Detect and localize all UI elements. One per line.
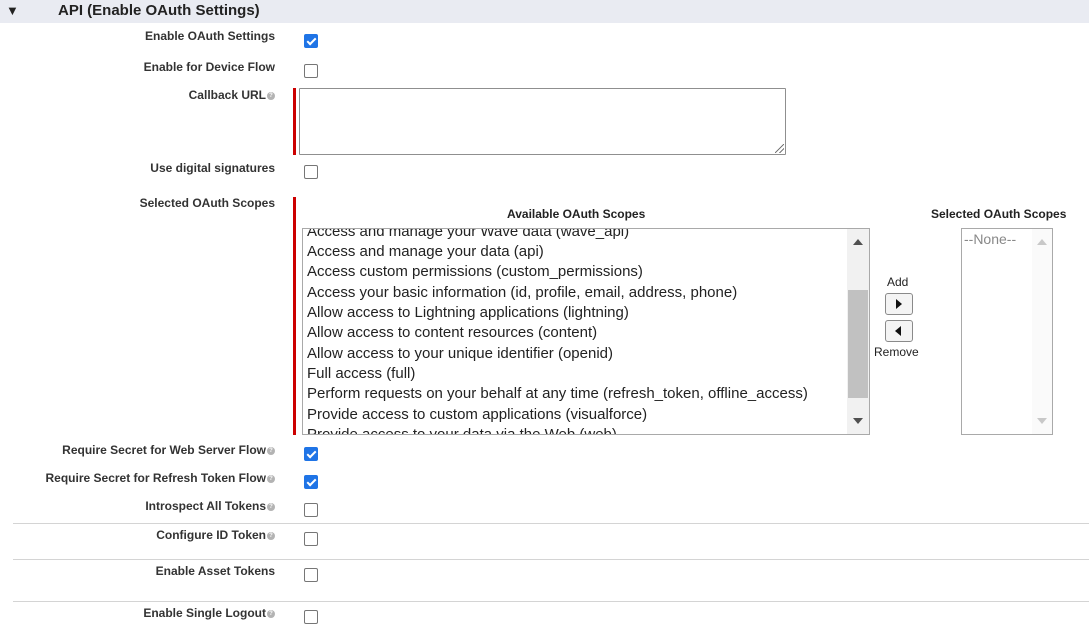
help-icon[interactable]: ?	[267, 531, 275, 540]
section-header[interactable]: ▼ API (Enable OAuth Settings)	[0, 0, 1089, 23]
scope-option[interactable]: Allow access to your unique identifier (…	[307, 345, 613, 363]
selected-scrollbar	[1032, 229, 1052, 434]
available-scopes-heading: Available OAuth Scopes	[507, 207, 646, 221]
resize-grip-icon[interactable]	[775, 144, 784, 153]
id-token-label: Configure ID Token	[156, 528, 266, 542]
id-token-label-group: Configure ID Token?	[156, 528, 275, 542]
scope-option[interactable]: Access and manage your data (api)	[307, 243, 544, 261]
callback-url-label: Callback URL	[188, 88, 266, 102]
help-icon[interactable]: ?	[267, 91, 275, 100]
available-scopes-listbox[interactable]: Access and manage your Wave data (wave_a…	[302, 228, 870, 435]
id-token-checkbox[interactable]	[304, 532, 318, 546]
introspect-checkbox[interactable]	[304, 503, 318, 517]
scrollbar-thumb[interactable]	[848, 290, 868, 398]
secret-refresh-checkbox[interactable]	[304, 475, 318, 489]
arrow-right-icon	[896, 299, 902, 309]
scope-option[interactable]: Provide access to custom applications (v…	[307, 406, 647, 424]
scope-option[interactable]: Full access (full)	[307, 365, 415, 383]
single-logout-label-group: Enable Single Logout?	[143, 606, 275, 620]
oauth-scopes-label: Selected OAuth Scopes	[139, 196, 275, 210]
add-button[interactable]	[885, 293, 913, 315]
help-icon[interactable]: ?	[267, 502, 275, 511]
callback-url-textarea[interactable]	[299, 88, 786, 155]
required-indicator	[293, 88, 296, 155]
required-indicator	[293, 197, 296, 435]
add-label: Add	[887, 275, 909, 289]
divider	[13, 523, 1089, 524]
scope-option-none[interactable]: --None--	[964, 231, 1016, 247]
divider	[13, 601, 1089, 602]
scope-option[interactable]: Access custom permissions (custom_permis…	[307, 263, 643, 281]
scroll-up-icon	[1037, 239, 1047, 245]
introspect-label-group: Introspect All Tokens?	[145, 499, 275, 513]
digital-signatures-checkbox[interactable]	[304, 165, 318, 179]
device-flow-label: Enable for Device Flow	[143, 60, 275, 74]
divider	[13, 559, 1089, 560]
remove-label: Remove	[874, 345, 919, 359]
scope-option[interactable]: Access and manage your Wave data (wave_a…	[307, 229, 629, 241]
selected-scopes-listbox[interactable]: --None--	[961, 228, 1053, 435]
callback-url-label-group: Callback URL?	[189, 88, 275, 102]
arrow-left-icon	[895, 326, 901, 336]
scope-option[interactable]: Allow access to content resources (conte…	[307, 324, 597, 342]
asset-tokens-checkbox[interactable]	[304, 568, 318, 582]
scroll-up-icon[interactable]	[853, 239, 863, 245]
enable-oauth-checkbox[interactable]	[304, 34, 318, 48]
triangle-down-icon[interactable]: ▼	[6, 3, 19, 19]
secret-refresh-label: Require Secret for Refresh Token Flow	[45, 471, 267, 485]
scroll-down-icon[interactable]	[853, 418, 863, 424]
secret-web-server-checkbox[interactable]	[304, 447, 318, 461]
digital-signatures-label: Use digital signatures	[150, 161, 275, 175]
secret-refresh-label-group: Require Secret for Refresh Token Flow?	[45, 471, 275, 485]
scope-option[interactable]: Perform requests on your behalf at any t…	[307, 385, 808, 403]
section-title: API (Enable OAuth Settings)	[58, 2, 260, 19]
single-logout-checkbox[interactable]	[304, 610, 318, 624]
asset-tokens-label: Enable Asset Tokens	[155, 564, 275, 578]
enable-oauth-label: Enable OAuth Settings	[144, 29, 275, 43]
secret-web-server-label: Require Secret for Web Server Flow	[62, 443, 266, 457]
secret-web-server-label-group: Require Secret for Web Server Flow?	[62, 443, 275, 457]
introspect-label: Introspect All Tokens	[145, 499, 266, 513]
selected-scopes-heading: Selected OAuth Scopes	[931, 207, 1067, 221]
single-logout-label: Enable Single Logout	[143, 606, 266, 620]
help-icon[interactable]: ?	[267, 446, 275, 455]
scroll-down-icon	[1037, 418, 1047, 424]
help-icon[interactable]: ?	[267, 609, 275, 618]
available-scrollbar[interactable]	[847, 229, 869, 434]
device-flow-checkbox[interactable]	[304, 64, 318, 78]
scope-option[interactable]: Provide access to your data via the Web …	[307, 426, 617, 434]
help-icon[interactable]: ?	[267, 474, 275, 483]
scope-option[interactable]: Access your basic information (id, profi…	[307, 284, 737, 302]
scope-option[interactable]: Allow access to Lightning applications (…	[307, 304, 629, 322]
remove-button[interactable]	[885, 320, 913, 342]
